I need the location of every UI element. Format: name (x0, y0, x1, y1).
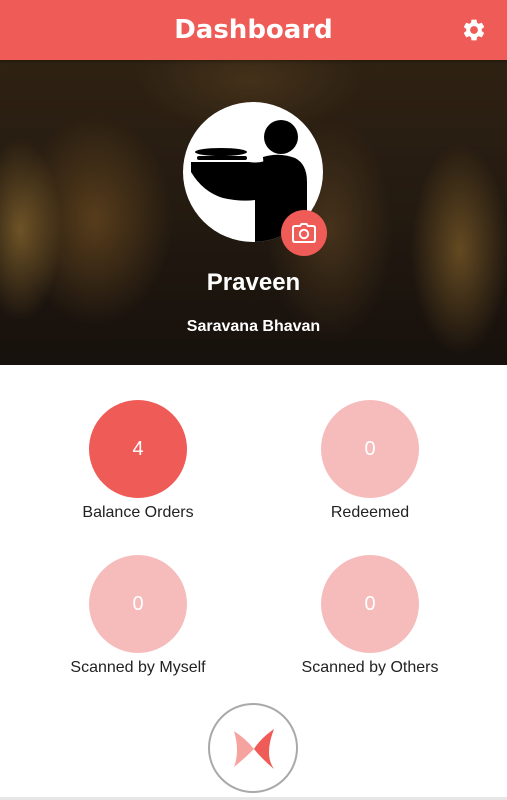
change-photo-button[interactable] (281, 210, 327, 256)
redeemed-label: Redeemed (330, 504, 410, 521)
balance-orders-count[interactable]: 4 (89, 400, 187, 498)
app-bar: Dashboard (0, 0, 507, 60)
scanned-by-others-label: Scanned by Others (301, 659, 439, 676)
profile-header: Praveen Saravana Bhavan (0, 60, 507, 365)
page-title: Dashboard (174, 15, 333, 45)
gear-icon[interactable] (461, 17, 487, 43)
scanned-by-myself-count[interactable]: 0 (89, 555, 187, 653)
stat-redeemed: 0 Redeemed (270, 400, 470, 522)
scanned-by-others-count[interactable]: 0 (321, 555, 419, 653)
camera-icon (292, 223, 316, 243)
user-name: Praveen (206, 269, 301, 296)
scanned-by-myself-label: Scanned by Myself (70, 659, 206, 676)
redeemed-count[interactable]: 0 (321, 400, 419, 498)
x-logo-icon (234, 729, 274, 769)
stat-balance-orders: 4 Balance Orders (38, 400, 238, 522)
stat-scanned-by-others: 0 Scanned by Others (270, 555, 470, 677)
stat-scanned-by-myself: 0 Scanned by Myself (38, 555, 238, 677)
scan-button[interactable] (208, 703, 298, 793)
store-name: Saravana Bhavan (186, 318, 321, 335)
balance-orders-label: Balance Orders (82, 504, 194, 521)
